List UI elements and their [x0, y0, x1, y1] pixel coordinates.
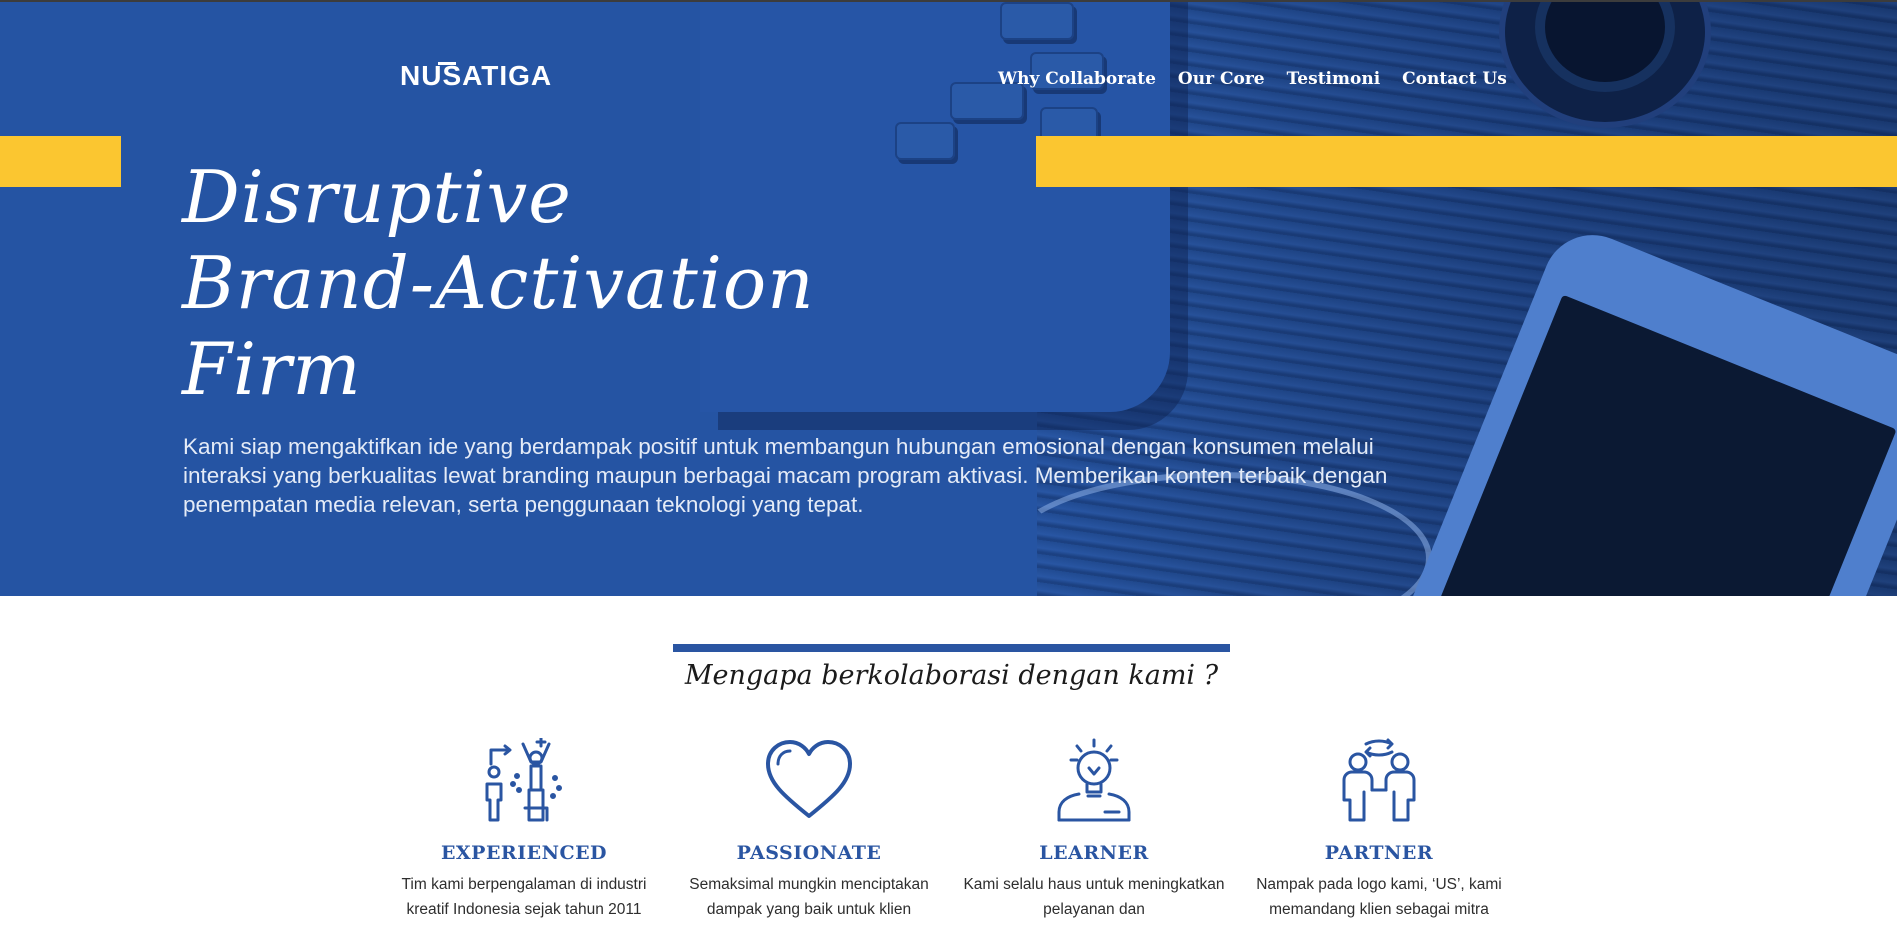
- feature-title: LEARNER: [1039, 842, 1149, 864]
- heart-icon: [766, 740, 852, 818]
- hero-title-line: Firm: [182, 327, 362, 411]
- nav-item-our-core[interactable]: Our Core: [1178, 69, 1265, 89]
- hero-description: Kami siap mengaktifkan ide yang berdampa…: [183, 434, 1388, 517]
- feature-title: PASSIONATE: [736, 842, 882, 864]
- hero-title: Disruptive Brand-Activation Firm: [182, 154, 815, 412]
- feature-card-passionate: PASSIONATE Semaksimal mungkin menciptaka…: [674, 738, 944, 922]
- feature-description: Nampak pada logo kami, ‘US’, kami memand…: [1256, 876, 1502, 918]
- accent-stripe-right: [1036, 136, 1897, 187]
- hero-title-line: Disruptive: [182, 155, 572, 239]
- feature-title: EXPERIENCED: [440, 842, 608, 864]
- section-title: Mengapa berkolaborasi dengan kami ?: [684, 660, 1219, 691]
- hero-title-line: Brand-Activation: [182, 241, 815, 325]
- feature-description: Tim kami berpengalaman di industri kreat…: [401, 876, 647, 918]
- feature-card-learner: LEARNER Kami selalu haus untuk meningkat…: [959, 738, 1229, 922]
- nav-item-contact-us[interactable]: Contact Us: [1402, 69, 1507, 89]
- success-person-icon: [485, 738, 562, 822]
- feature-description: Kami selalu haus untuk meningkatkan pela…: [963, 876, 1225, 918]
- nav-item-why-collaborate[interactable]: Why Collaborate: [998, 69, 1156, 89]
- brand-logo[interactable]: NUSATIGA: [400, 60, 552, 92]
- feature-title: PARTNER: [1324, 842, 1434, 864]
- keyboard-key: [895, 122, 955, 160]
- hero-banner: NUSATIGA Why Collaborate Our Core Testim…: [0, 2, 1897, 596]
- main-nav: Why Collaborate Our Core Testimoni Conta…: [998, 69, 1529, 89]
- keyboard-key: [1000, 2, 1074, 40]
- partners-handshake-icon: [1342, 738, 1416, 822]
- feature-card-experienced: EXPERIENCED Tim kami berpengalaman di in…: [389, 738, 659, 922]
- nav-item-testimoni[interactable]: Testimoni: [1287, 69, 1381, 89]
- feature-description: Semaksimal mungkin menciptakan dampak ya…: [689, 876, 929, 918]
- accent-stripe-left: [0, 136, 121, 187]
- section-divider: [673, 644, 1230, 652]
- lightbulb-head-icon: [1057, 738, 1131, 822]
- feature-card-partner: PARTNER Nampak pada logo kami, ‘US’, kam…: [1244, 738, 1514, 922]
